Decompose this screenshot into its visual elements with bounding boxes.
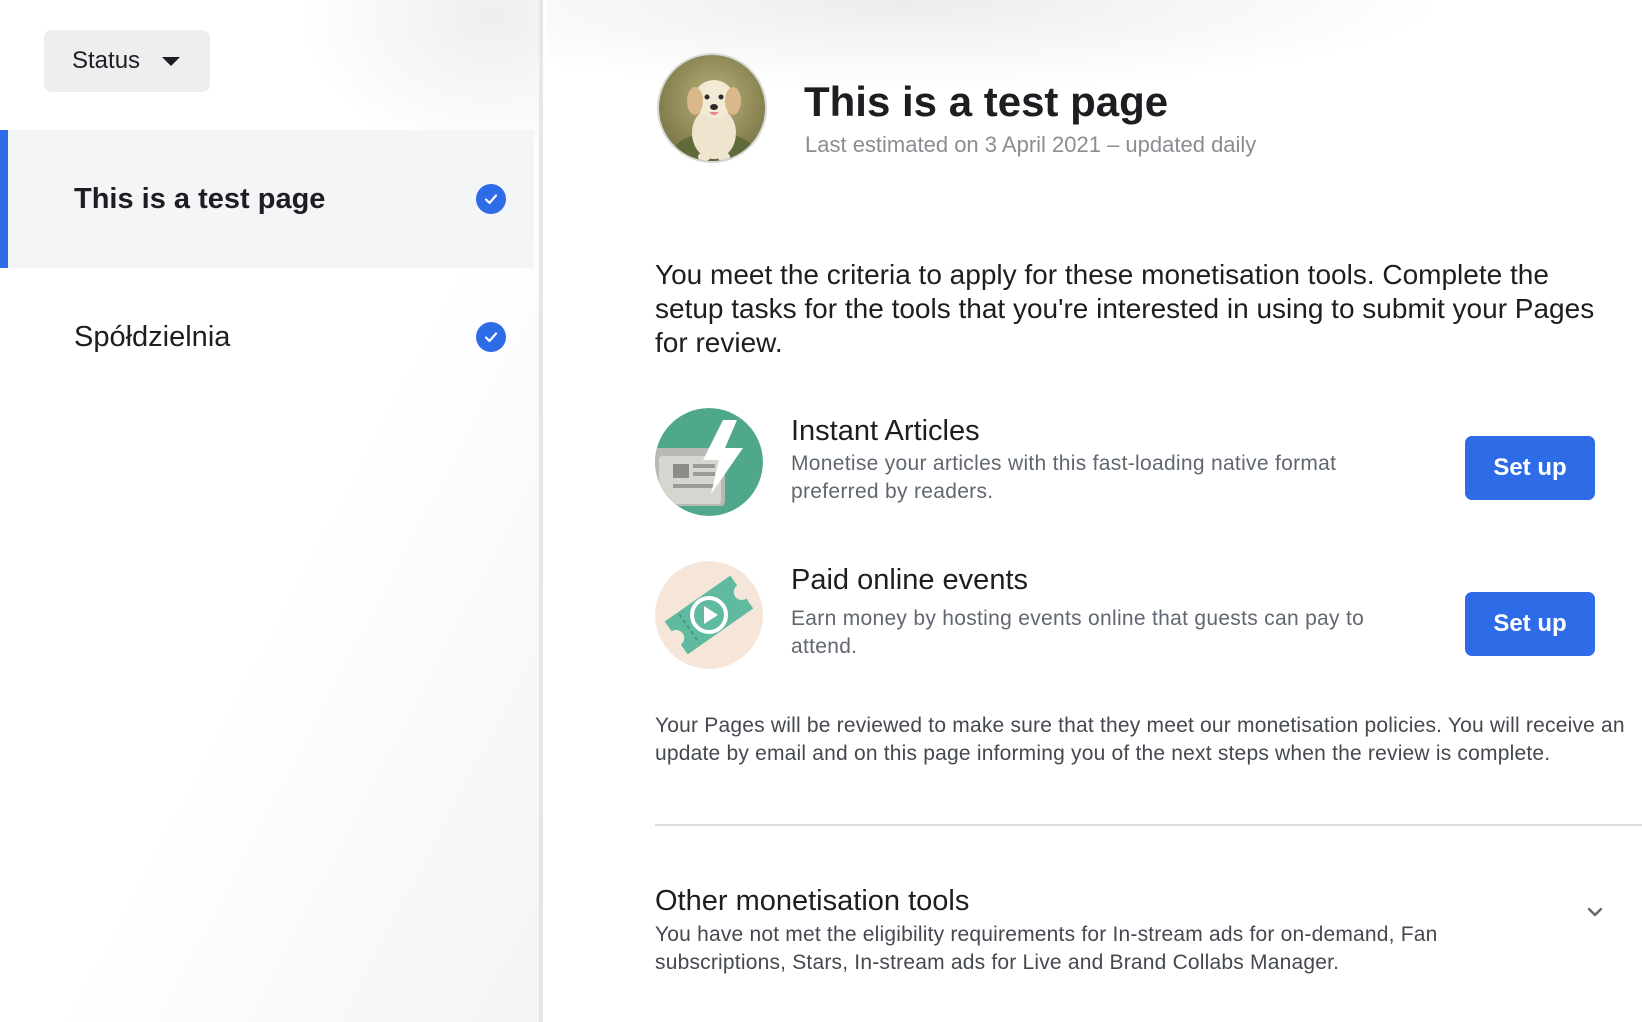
instant-articles-icon xyxy=(655,408,763,516)
sidebar-item-test-page[interactable]: This is a test page xyxy=(0,130,534,268)
tool-desc-instant-articles: Monetise your articles with this fast-lo… xyxy=(791,452,1337,503)
paid-events-setup-button[interactable]: Set up xyxy=(1465,592,1595,656)
page-avatar xyxy=(657,53,767,163)
instant-articles-setup-button[interactable]: Set up xyxy=(1465,436,1595,500)
verified-check-icon xyxy=(476,184,506,214)
active-indicator xyxy=(0,130,8,268)
review-note: Your Pages will be reviewed to make sure… xyxy=(655,714,1625,765)
status-filter-button[interactable]: Status xyxy=(44,30,210,92)
paid-events-ticket-icon xyxy=(655,561,763,669)
verified-check-icon xyxy=(476,322,506,352)
status-filter-label: Status xyxy=(72,47,141,74)
caret-down-icon xyxy=(162,56,181,66)
tool-title-instant-articles: Instant Articles xyxy=(791,415,980,447)
page-title: This is a test page xyxy=(804,78,1169,125)
tool-title-paid-online-events: Paid online events xyxy=(791,564,1028,596)
section-divider xyxy=(655,824,1642,826)
monetisation-app: Status This is a test page Spółdzielnia xyxy=(0,0,1642,1022)
estimate-subtitle: Last estimated on 3 April 2021 – updated… xyxy=(805,132,1257,157)
criteria-text: You meet the criteria to apply for these… xyxy=(655,259,1595,358)
sidebar-item-label: Spółdzielnia xyxy=(74,320,231,353)
sidebar: Status This is a test page Spółdzielnia xyxy=(0,0,543,1022)
sidebar-item-label: This is a test page xyxy=(74,182,326,215)
tool-desc-paid-online-events: Earn money by hosting events online that… xyxy=(791,607,1365,658)
chevron-down-icon[interactable] xyxy=(1583,900,1607,924)
other-tools-title: Other monetisation tools xyxy=(655,885,970,917)
sidebar-item-spoldzielnia[interactable]: Spółdzielnia xyxy=(0,268,534,406)
main-content: This is a test page Last estimated on 3 … xyxy=(547,0,1642,1022)
other-tools-description: You have not met the eligibility require… xyxy=(655,923,1438,974)
